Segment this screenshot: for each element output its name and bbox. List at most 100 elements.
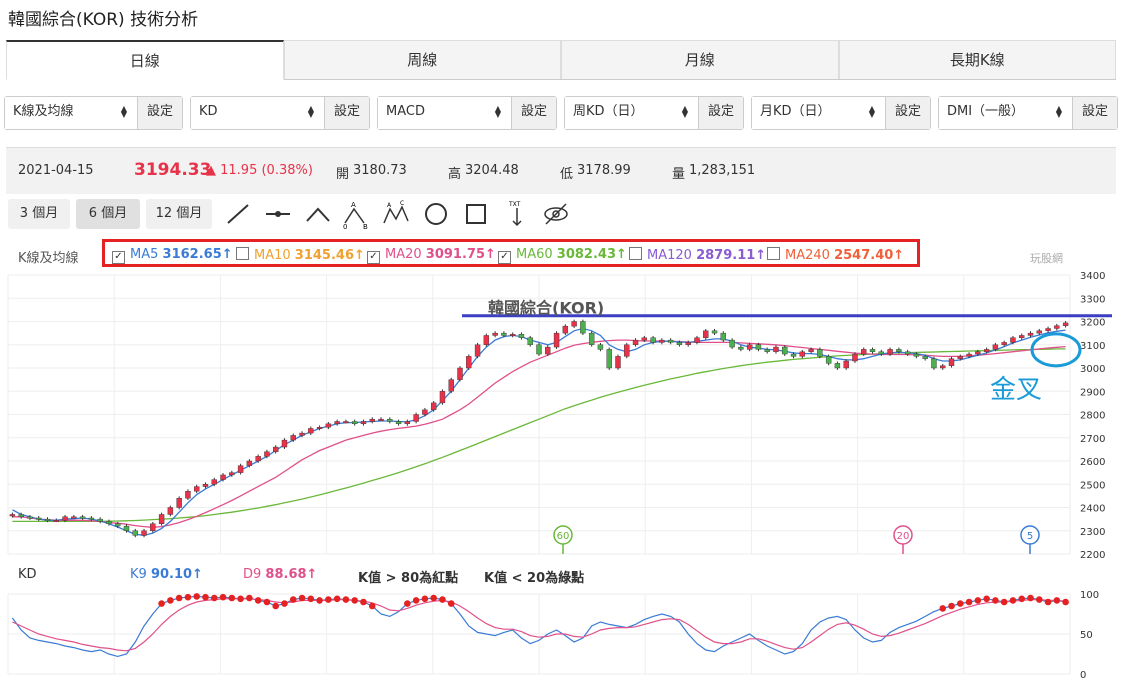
- indicator-select-3[interactable]: MACD ▲ ▼: [378, 97, 511, 129]
- candle-body: [931, 358, 937, 369]
- ma-legend-box: ✓ MA5 3162.65↑ MA10 3145.46↑ ✓ MA20 3091.7…: [102, 239, 920, 267]
- checkbox-icon[interactable]: [629, 247, 642, 260]
- kd-red-dot: [351, 597, 358, 604]
- tab-daily[interactable]: 日線: [6, 40, 284, 80]
- candle-body: [606, 349, 612, 369]
- indicator-select-5[interactable]: 月KD（日） ▲ ▼: [752, 97, 885, 129]
- rectangle-tool-icon[interactable]: [462, 199, 490, 229]
- kd-red-dot: [246, 594, 253, 602]
- kd-red-dot: [228, 594, 236, 602]
- period-6-months[interactable]: 6 個月: [76, 199, 140, 229]
- candle-body: [667, 339, 674, 343]
- abcd-pattern-icon[interactable]: AC: [382, 199, 410, 229]
- candle-body: [948, 358, 955, 366]
- settings-button-2[interactable]: 設定: [324, 97, 369, 129]
- candle-body: [711, 330, 718, 334]
- kd-red-dot: [974, 597, 982, 604]
- y-tick-label: 2600: [1080, 457, 1105, 468]
- ma-name: MA120: [647, 248, 692, 263]
- ma-item-ma5[interactable]: ✓ MA5 3162.65↑: [112, 247, 233, 264]
- candle-body: [588, 332, 595, 345]
- settings-button-1[interactable]: 設定: [137, 97, 182, 129]
- settings-button-3[interactable]: 設定: [511, 97, 556, 129]
- candle-body: [229, 472, 235, 476]
- hide-eye-icon[interactable]: [542, 199, 570, 229]
- candle-body: [1062, 322, 1069, 326]
- candle-body: [106, 521, 112, 524]
- d9-name: D9: [243, 567, 262, 582]
- kd-red-dot: [948, 602, 955, 610]
- ma-item-ma120[interactable]: MA120 2879.11↑: [629, 247, 766, 263]
- text-tool-icon[interactable]: TXT: [503, 199, 531, 229]
- checkbox-icon[interactable]: ✓: [498, 251, 511, 264]
- candle-body: [360, 421, 367, 425]
- indicator-select-group-5: 月KD（日） ▲ ▼ 設定: [751, 96, 931, 130]
- indicator-select-6[interactable]: DMI（一般） ▲ ▼: [939, 97, 1072, 129]
- ma-item-ma20[interactable]: ✓ MA20 3091.75↑: [367, 247, 496, 264]
- tab-weekly[interactable]: 周線: [283, 40, 561, 79]
- horizontal-line-icon[interactable]: [264, 199, 292, 229]
- candle-body: [659, 339, 665, 343]
- ma-item-ma10[interactable]: MA10 3145.46↑: [236, 247, 365, 263]
- angle-tool-icon[interactable]: [304, 199, 332, 229]
- period-12-months[interactable]: 12 個月: [146, 199, 212, 229]
- ma-marker-label: 5: [1027, 531, 1033, 542]
- candle-body: [553, 332, 560, 348]
- kd-red-dot: [1035, 596, 1043, 603]
- select-arrow-icon: ▲ ▼: [681, 104, 688, 119]
- candle-body: [580, 321, 586, 334]
- select-arrow-icon: ▲ ▼: [307, 104, 314, 119]
- ma-item-ma240[interactable]: MA240 2547.40↑: [767, 247, 904, 263]
- candle-body: [439, 391, 446, 404]
- checkbox-icon[interactable]: [236, 247, 249, 260]
- indicator-select-group-1: K線及均線 ▲ ▼ 設定: [4, 96, 183, 130]
- candle-body: [123, 525, 130, 531]
- indicator-select-1[interactable]: K線及均線 ▲ ▼: [5, 97, 137, 129]
- candle-body: [729, 339, 735, 348]
- candle-body: [404, 421, 411, 425]
- ma-name: MA20: [385, 247, 422, 262]
- candle-body: [676, 342, 683, 345]
- kd-red-dot: [368, 602, 376, 610]
- tab-monthly[interactable]: 月線: [561, 40, 839, 79]
- kd-red-dot: [939, 605, 947, 612]
- candle-body: [509, 334, 516, 336]
- tab-long-term[interactable]: 長期K線: [838, 40, 1116, 79]
- candlestick-chart[interactable]: 3400 3300 3200 3100 3000 2900 2800 2700 2600 2500…: [0, 265, 1128, 560]
- candle-body: [413, 414, 419, 422]
- checkbox-icon[interactable]: [767, 247, 780, 260]
- candle-body: [764, 349, 770, 352]
- y-tick-label: 3200: [1080, 318, 1105, 329]
- candle-body: [281, 439, 288, 448]
- kd-red-dot: [281, 600, 288, 607]
- line-tool-icon[interactable]: [224, 199, 252, 229]
- ma-value: 2879.11↑: [696, 248, 767, 263]
- candle-body: [1019, 335, 1025, 338]
- candle-body: [308, 428, 314, 434]
- select-value: MACD: [386, 104, 425, 119]
- candle-body: [79, 516, 86, 519]
- ma-marker-label: 20: [897, 531, 910, 542]
- select-value: K線及均線: [13, 104, 74, 119]
- indicator-select-2[interactable]: KD ▲ ▼: [191, 97, 324, 129]
- checkbox-icon[interactable]: ✓: [112, 251, 125, 264]
- indicator-select-4[interactable]: 周KD（日） ▲ ▼: [565, 97, 698, 129]
- settings-button-4[interactable]: 設定: [698, 97, 743, 129]
- abc-pattern-icon[interactable]: A 0 B: [342, 199, 370, 229]
- period-3-months[interactable]: 3 個月: [8, 199, 70, 229]
- settings-button-5[interactable]: 設定: [885, 97, 930, 129]
- candle-body: [685, 342, 691, 345]
- y-tick-label: 0: [1080, 670, 1086, 681]
- kd-red-dot: [219, 593, 227, 601]
- k9-value: 90.10↑: [150, 567, 203, 582]
- ma-item-ma60[interactable]: ✓ MA60 3082.43↑: [498, 247, 627, 264]
- settings-button-6[interactable]: 設定: [1072, 97, 1117, 129]
- candle-body: [9, 514, 16, 517]
- candle-body: [88, 517, 95, 520]
- kd-red-dot: [439, 596, 446, 603]
- checkbox-icon[interactable]: ✓: [367, 251, 380, 264]
- circle-tool-icon[interactable]: [422, 199, 450, 229]
- candle-body: [720, 332, 727, 341]
- kd-chart[interactable]: 100 50 0: [0, 586, 1128, 689]
- candle-body: [1001, 342, 1007, 345]
